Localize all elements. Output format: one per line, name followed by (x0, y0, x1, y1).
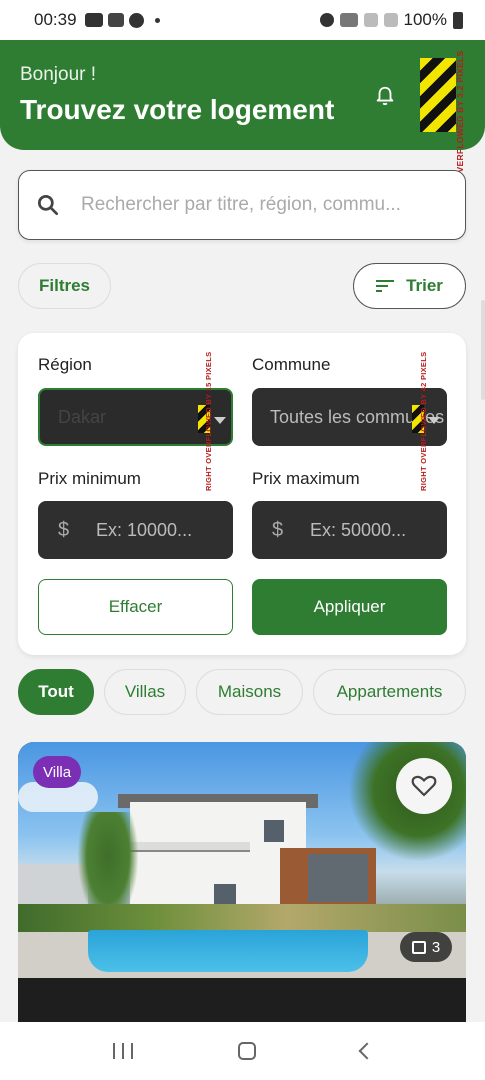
status-time: 00:39 (34, 10, 77, 29)
youtube-icon (84, 13, 103, 27)
filter-panel: Région Commune Dakar RIGHT OVERFLOWED BY… (18, 333, 466, 655)
overflow-indicator (420, 58, 456, 132)
signal-icon (363, 13, 378, 27)
price-max-field[interactable]: $ Ex: 50000... (252, 501, 447, 559)
favorite-button[interactable] (396, 758, 452, 814)
region-overflow-text: RIGHT OVERFLOWED BY 15 PIXELS (204, 351, 213, 491)
image-icon (411, 940, 426, 954)
photo-pool (88, 930, 368, 972)
filters-button[interactable]: Filtres (18, 263, 111, 309)
dollar-icon: $ (58, 518, 70, 541)
sort-button[interactable]: Trier (353, 263, 466, 309)
greeting: Bonjour ! (20, 64, 97, 85)
price-min-input[interactable]: Ex: 10000... (96, 520, 214, 541)
price-max-label: Prix maximum (252, 469, 360, 488)
recent-apps-icon[interactable] (112, 1043, 133, 1059)
app-icon (128, 12, 144, 28)
signal-icon-2 (383, 13, 398, 27)
battery-icon (453, 11, 463, 29)
home-icon[interactable] (237, 1042, 256, 1060)
price-max-input[interactable]: Ex: 50000... (310, 520, 428, 541)
more-notifications-icon (154, 17, 160, 23)
search-icon (37, 194, 59, 216)
clear-button[interactable]: Effacer (38, 579, 233, 635)
notification-icons (84, 12, 160, 28)
bell-icon[interactable] (374, 84, 396, 108)
alarm-icon (319, 13, 334, 27)
battery-level: 100% (403, 10, 447, 29)
property-type-badge: Villa (33, 756, 82, 788)
back-icon[interactable] (358, 1042, 375, 1060)
status-bar: 00:39 100% (0, 0, 485, 40)
dollar-icon: $ (272, 518, 284, 541)
region-label: Région (38, 355, 92, 374)
dropdown-caret-icon (428, 417, 440, 424)
heart-icon (411, 775, 437, 797)
price-min-label: Prix minimum (38, 469, 141, 488)
category-chip-appartements[interactable]: Appartements (313, 669, 466, 715)
commune-label: Commune (252, 355, 331, 374)
search-bar[interactable]: Rechercher par titre, région, commu... (18, 170, 466, 240)
system-nav-bar (0, 1022, 485, 1080)
sort-label: Trier (406, 276, 443, 295)
commune-overflow-text: RIGHT OVERFLOWED BY 42 PIXELS (419, 351, 428, 491)
listing-card[interactable]: Villa 3 (18, 742, 466, 1042)
category-chip-villas[interactable]: Villas (104, 669, 186, 715)
sort-icon (376, 280, 395, 292)
photo-window (264, 820, 284, 842)
apply-button[interactable]: Appliquer (252, 579, 447, 635)
app-header: Bonjour ! Trouvez votre logement RIGHT O… (0, 40, 485, 210)
scrollbar[interactable] (481, 300, 485, 400)
gmail-icon (107, 13, 124, 27)
price-min-field[interactable]: $ Ex: 10000... (38, 501, 233, 559)
category-chip-all[interactable]: Tout (18, 669, 94, 715)
wifi-icon (339, 13, 358, 27)
page-title: Trouvez votre logement (20, 94, 335, 125)
photo-balcony (130, 842, 250, 852)
region-value: Dakar (58, 406, 107, 427)
photo-count-badge: 3 (400, 932, 452, 962)
search-input[interactable]: Rechercher par titre, région, commu... (81, 194, 401, 216)
dropdown-caret-icon (214, 417, 226, 424)
photo-count: 3 (431, 938, 441, 956)
listing-photo[interactable]: Villa 3 (18, 742, 466, 978)
status-right: 100% (319, 10, 463, 30)
category-chip-maisons[interactable]: Maisons (196, 669, 303, 715)
